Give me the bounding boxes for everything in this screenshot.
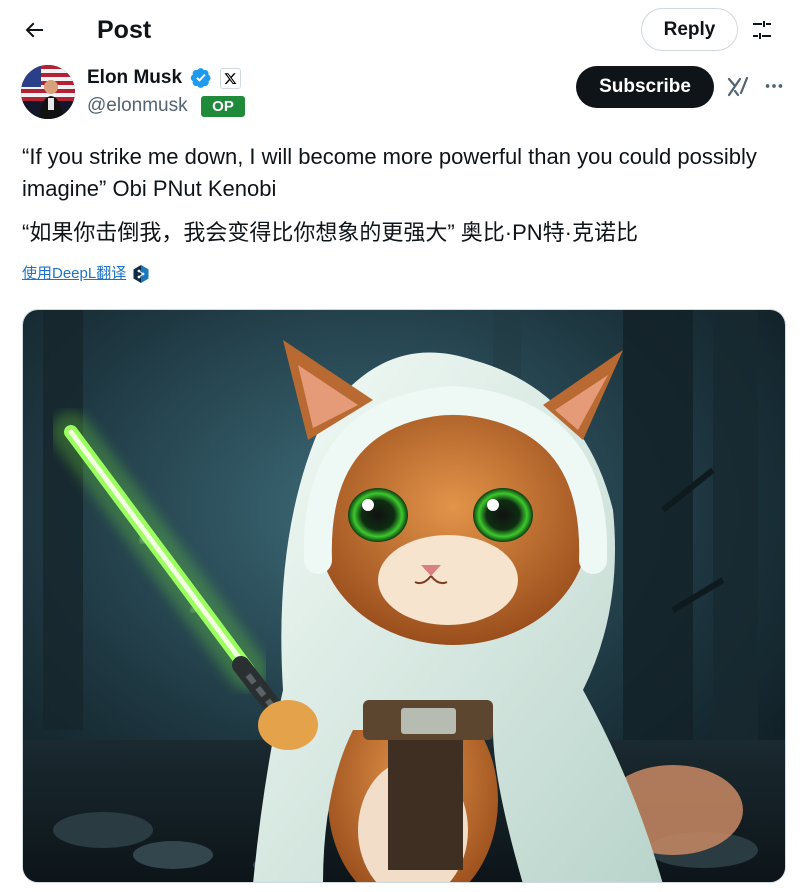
- arrow-left-icon: [25, 22, 43, 38]
- back-button[interactable]: [16, 12, 52, 48]
- more-button[interactable]: [760, 72, 788, 100]
- more-dots-icon: [765, 84, 783, 88]
- op-badge: OP: [201, 96, 245, 117]
- post-image[interactable]: [22, 309, 786, 883]
- filter-button[interactable]: [746, 14, 778, 46]
- grok-icon: [727, 76, 749, 97]
- x-affiliate-badge[interactable]: [220, 68, 241, 89]
- translate-row: 使用DeepL翻译: [22, 263, 150, 285]
- deepl-icon: [132, 264, 150, 284]
- subscribe-button[interactable]: Subscribe: [576, 66, 714, 108]
- post-text: “If you strike me down, I will become mo…: [22, 144, 757, 201]
- grok-button[interactable]: [724, 72, 752, 100]
- deepl-translate-link[interactable]: 使用DeepL翻译: [22, 263, 126, 285]
- sliders-icon: [753, 21, 771, 39]
- reply-button[interactable]: Reply: [641, 8, 738, 51]
- x-logo-icon: [224, 73, 237, 85]
- post-translation: “如果你击倒我，我会变得比你想象的更强大” 奥比·PN特·克诺比: [22, 220, 638, 245]
- avatar[interactable]: [21, 65, 75, 119]
- verified-badge-icon: [190, 68, 211, 88]
- author-name[interactable]: Elon Musk: [87, 66, 182, 90]
- author-handle[interactable]: @elonmusk: [87, 94, 188, 118]
- page-title: Post: [97, 16, 152, 44]
- top-bar: Post Reply: [0, 0, 810, 58]
